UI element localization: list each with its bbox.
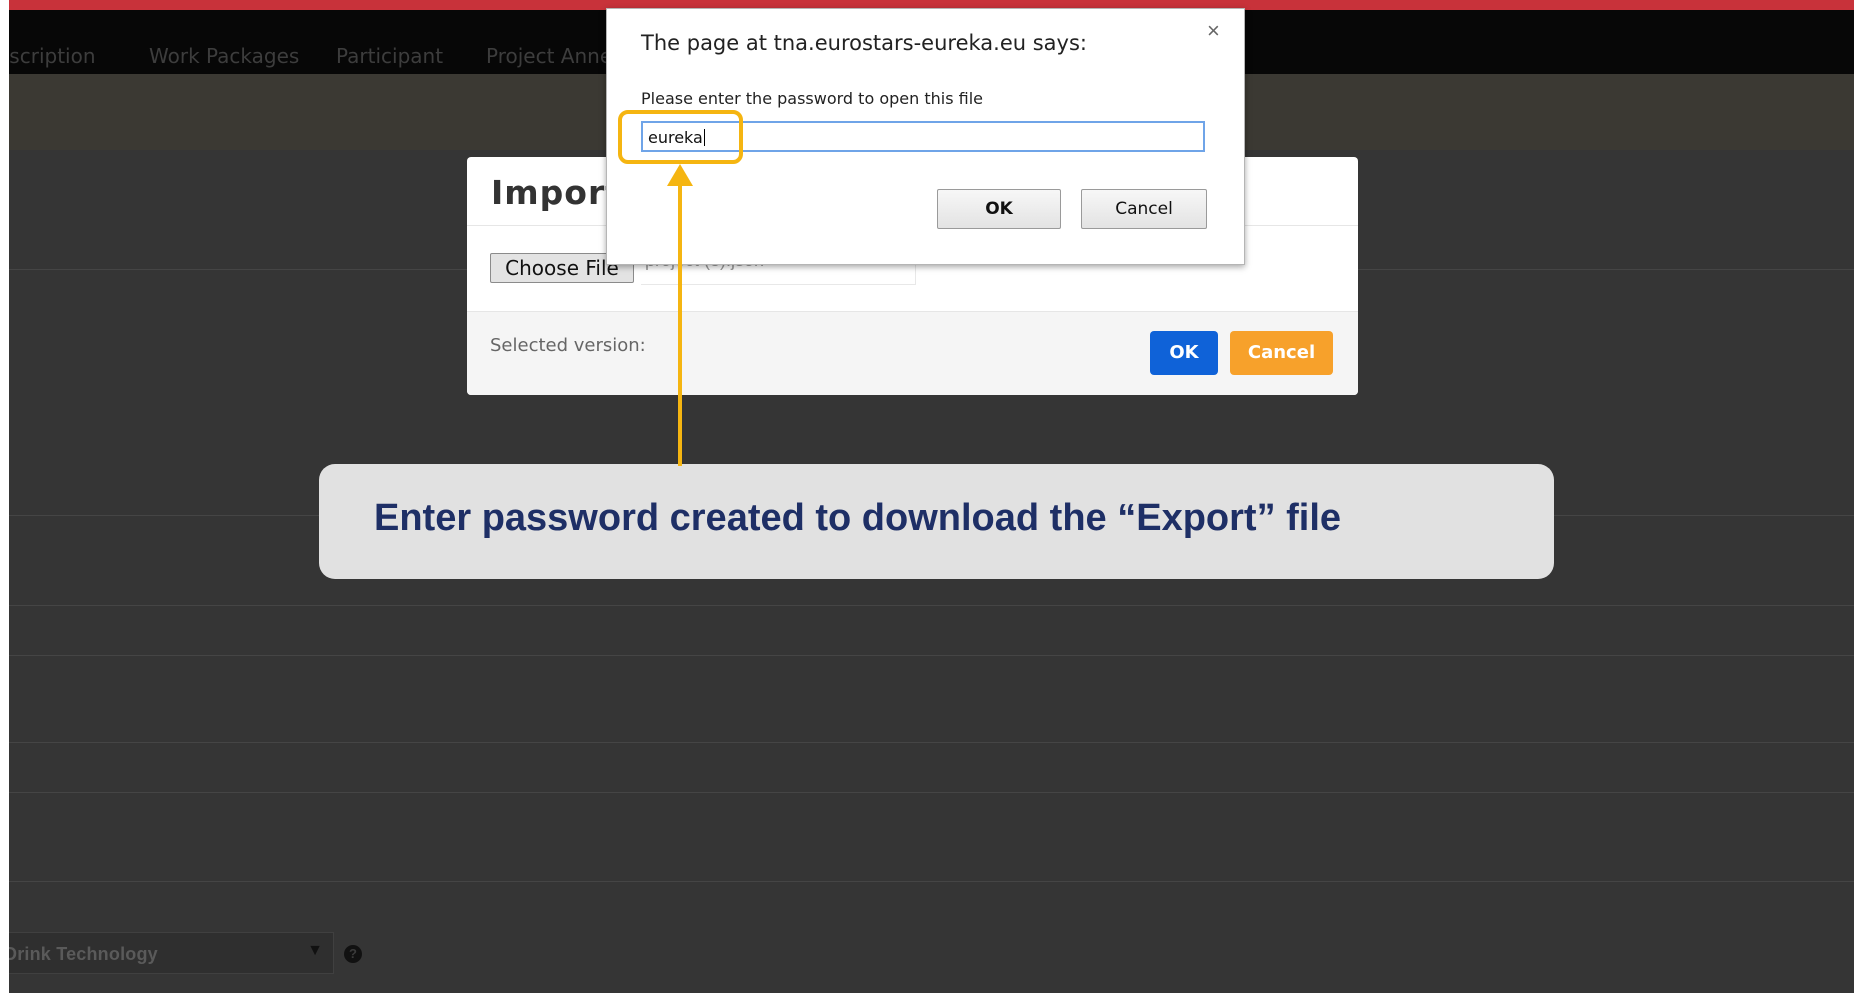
nav-item-description[interactable]: escription (0, 44, 96, 68)
input-highlight-box (618, 110, 743, 164)
row-divider (0, 655, 1854, 656)
close-icon[interactable]: × (1207, 18, 1220, 44)
prompt-ok-button[interactable]: OK (937, 189, 1061, 229)
callout-pointer-line (678, 178, 682, 466)
left-edge-strip (0, 0, 9, 993)
help-icon[interactable]: ? (344, 945, 362, 963)
selected-version-label: Selected version: (490, 335, 646, 356)
instruction-callout: Enter password created to download the “… (319, 464, 1554, 579)
chevron-down-icon: ▼ (307, 942, 323, 959)
nav-item-work-packages[interactable]: Work Packages (149, 44, 299, 68)
callout-text: Enter password created to download the “… (374, 497, 1342, 539)
prompt-cancel-button[interactable]: Cancel (1081, 189, 1207, 229)
import-cancel-button[interactable]: Cancel (1230, 331, 1333, 375)
technology-select-value: Drink Technology (4, 944, 158, 964)
import-ok-button[interactable]: OK (1150, 331, 1218, 375)
prompt-message: Please enter the password to open this f… (641, 89, 983, 108)
technology-select[interactable]: Drink Technology ▼ (0, 932, 334, 974)
modal-divider (467, 311, 1358, 312)
nav-item-participant[interactable]: Participant (336, 44, 443, 68)
row-divider (0, 742, 1854, 743)
row-divider (0, 605, 1854, 606)
row-divider (0, 792, 1854, 793)
row-divider (0, 881, 1854, 882)
prompt-title: The page at tna.eurostars-eureka.eu says… (641, 31, 1087, 55)
import-modal-title: Import (491, 173, 623, 212)
nav-item-project-annexes[interactable]: Project Anne (486, 44, 612, 68)
